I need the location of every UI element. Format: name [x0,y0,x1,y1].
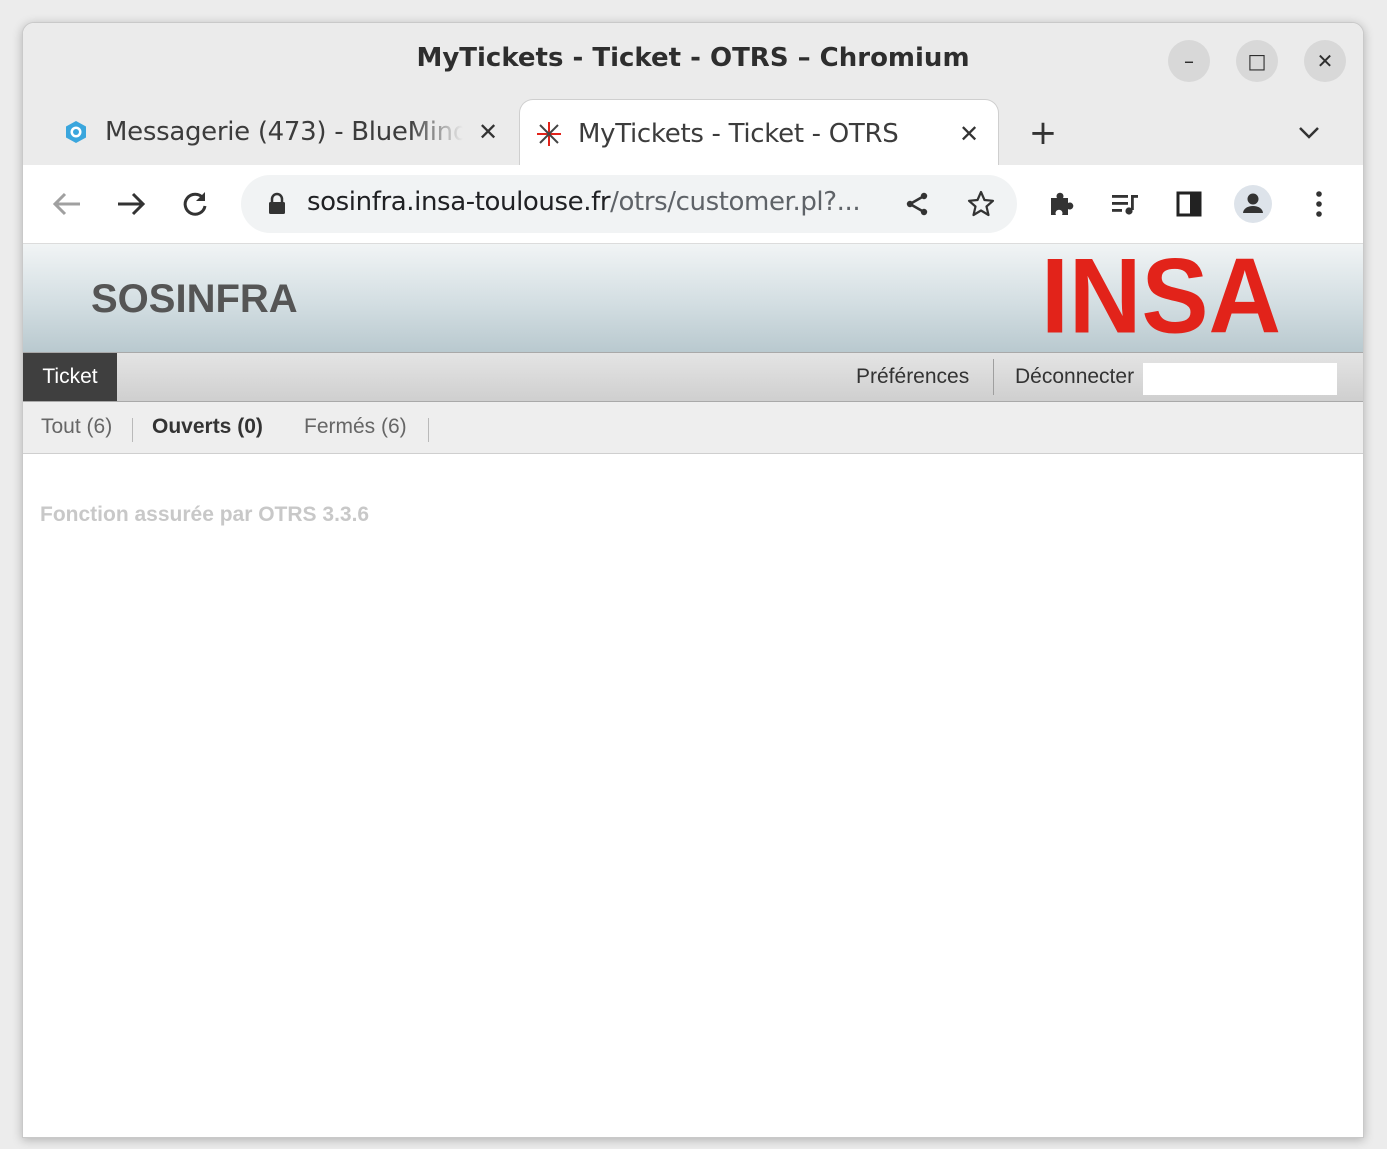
close-window-button[interactable]: ✕ [1304,40,1346,82]
share-button[interactable] [897,184,937,224]
bookmark-button[interactable] [961,184,1001,224]
media-control-button[interactable] [1105,184,1145,224]
lock-icon [269,192,285,214]
nav-preferences[interactable]: Préférences [856,353,969,401]
tab-strip: Messagerie (473) - BlueMind ✕ MyTickets … [23,99,1363,167]
filter-divider [132,418,133,442]
forward-arrow-icon [118,192,146,216]
reload-button[interactable] [175,184,215,224]
user-name-redacted [1143,363,1337,395]
tab-mytickets[interactable]: MyTickets - Ticket - OTRS ✕ [519,99,999,167]
tab-title: Messagerie (473) - BlueMind [105,117,463,147]
url-host: sosinfra.insa-toulouse.fr [307,187,611,217]
filter-closed[interactable]: Fermés (6) [304,415,407,439]
queue-music-icon [1112,195,1138,215]
more-vertical-icon [1316,191,1322,217]
minimize-button[interactable]: – [1168,40,1210,82]
nav-logout[interactable]: Déconnecter [1015,353,1134,401]
otrs-icon [534,119,564,149]
insa-logo[interactable]: INSA [1041,248,1291,348]
filter-divider [428,418,429,442]
maximize-button[interactable]: □ [1236,40,1278,82]
ticket-filter-bar: Tout (6) Ouverts (0) Fermés (6) [23,402,1363,454]
tab-title: MyTickets - Ticket - OTRS [578,118,899,149]
new-tab-button[interactable]: + [1023,113,1063,153]
powered-by-text: Fonction assurée par OTRS 3.3.6 [40,503,370,526]
close-tab-icon[interactable]: ✕ [473,117,503,147]
url-path: /otrs/customer.pl?... [610,187,861,217]
nav-ticket[interactable]: Ticket [23,353,117,401]
svg-text:INSA: INSA [1041,248,1281,348]
tab-messagerie[interactable]: Messagerie (473) - BlueMind ✕ [47,99,517,165]
side-panel-icon [1176,191,1202,217]
close-icon: ✕ [1316,49,1334,73]
minimize-icon: – [1184,49,1194,73]
filter-open[interactable]: Ouverts (0) [152,415,263,439]
avatar-icon [1234,185,1272,223]
back-arrow-icon [52,192,80,216]
back-button[interactable] [47,184,87,224]
title-bar: MyTickets - Ticket - OTRS – Chromium – □… [23,23,1363,99]
forward-button[interactable] [111,184,151,224]
site-name: SOSINFRA [91,277,298,321]
profile-button[interactable] [1233,184,1273,224]
chevron-down-icon [1299,127,1319,139]
tab-search-button[interactable] [1289,113,1329,153]
maximize-icon: □ [1247,49,1267,73]
window-title: MyTickets - Ticket - OTRS – Chromium [416,43,970,73]
browser-window: MyTickets - Ticket - OTRS – Chromium – □… [22,22,1364,1138]
site-header: SOSINFRA INSA [23,244,1363,352]
star-icon [967,190,995,217]
address-bar[interactable]: sosinfra.insa-toulouse.fr/otrs/customer.… [241,175,1017,233]
share-icon [906,192,928,216]
main-navigation: Ticket Préférences Déconnecter [23,352,1363,402]
bluemind-icon [61,117,91,147]
close-tab-icon[interactable]: ✕ [954,119,984,149]
plus-icon: + [1028,113,1058,153]
filter-all[interactable]: Tout (6) [41,415,112,439]
browser-toolbar: sosinfra.insa-toulouse.fr/otrs/customer.… [23,165,1363,244]
nav-divider [993,359,994,395]
url-text: sosinfra.insa-toulouse.fr/otrs/customer.… [307,187,861,217]
reload-icon [183,192,207,216]
menu-button[interactable] [1299,184,1339,224]
side-panel-button[interactable] [1169,184,1209,224]
extensions-button[interactable] [1041,184,1081,224]
puzzle-icon [1051,192,1074,215]
web-content: SOSINFRA INSA Ticket Préférences Déconne… [23,244,1363,1137]
